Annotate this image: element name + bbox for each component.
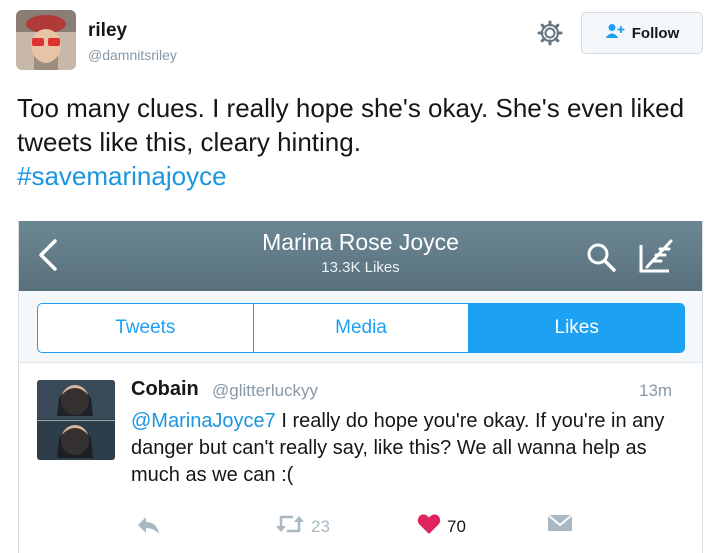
tweet-body: Too many clues. I really hope she's okay… [17, 93, 685, 157]
heart-icon [417, 513, 441, 540]
follow-person-icon [605, 23, 625, 43]
like-button[interactable]: 70 [417, 513, 466, 540]
compose-icon[interactable] [637, 237, 677, 275]
tab-tweets[interactable]: Tweets [38, 304, 254, 352]
gear-icon[interactable] [537, 20, 563, 46]
liked-tweet: Cobain @glitterluckyy 13m @MarinaJoyce7 … [19, 364, 702, 553]
inner-tweet-text: @MarinaJoyce7 I really do hope you're ok… [131, 408, 691, 489]
segmented-control: Tweets Media Likes [37, 303, 685, 353]
hashtag-link[interactable]: #savemarinajoyce [17, 161, 227, 191]
mention-link[interactable]: @MarinaJoyce7 [131, 410, 276, 432]
tweet-actions: 23 70 [19, 511, 702, 541]
user-handle[interactable]: @damnitsriley [88, 47, 177, 63]
reply-button[interactable] [135, 515, 161, 540]
tweet-header: riley @damnitsriley Follow [0, 0, 720, 80]
like-count: 70 [447, 516, 466, 536]
embedded-screenshot: Marina Rose Joyce 13.3K Likes Tweets Med… [18, 221, 703, 553]
inner-user-handle[interactable]: @glitterluckyy [212, 381, 318, 401]
reply-icon [135, 515, 161, 540]
dm-icon [547, 513, 573, 538]
follow-button[interactable]: Follow [581, 12, 703, 54]
inner-timestamp: 13m [639, 381, 673, 400]
search-icon[interactable] [585, 241, 617, 273]
user-avatar[interactable] [16, 10, 76, 70]
inner-avatar[interactable] [37, 380, 115, 460]
profile-tabbar: Tweets Media Likes [19, 291, 702, 363]
inner-user-name[interactable]: Cobain [131, 378, 199, 401]
retweet-icon [275, 513, 305, 540]
profile-nav-bar: Marina Rose Joyce 13.3K Likes [19, 221, 702, 291]
user-name[interactable]: riley [88, 20, 127, 42]
retweet-button[interactable]: 23 [275, 513, 330, 540]
tab-media[interactable]: Media [254, 304, 470, 352]
tweet-text: Too many clues. I really hope she's okay… [17, 91, 707, 193]
follow-label: Follow [631, 24, 680, 42]
retweet-count: 23 [311, 516, 330, 536]
tab-likes[interactable]: Likes [469, 304, 684, 352]
dm-button[interactable] [547, 513, 573, 538]
